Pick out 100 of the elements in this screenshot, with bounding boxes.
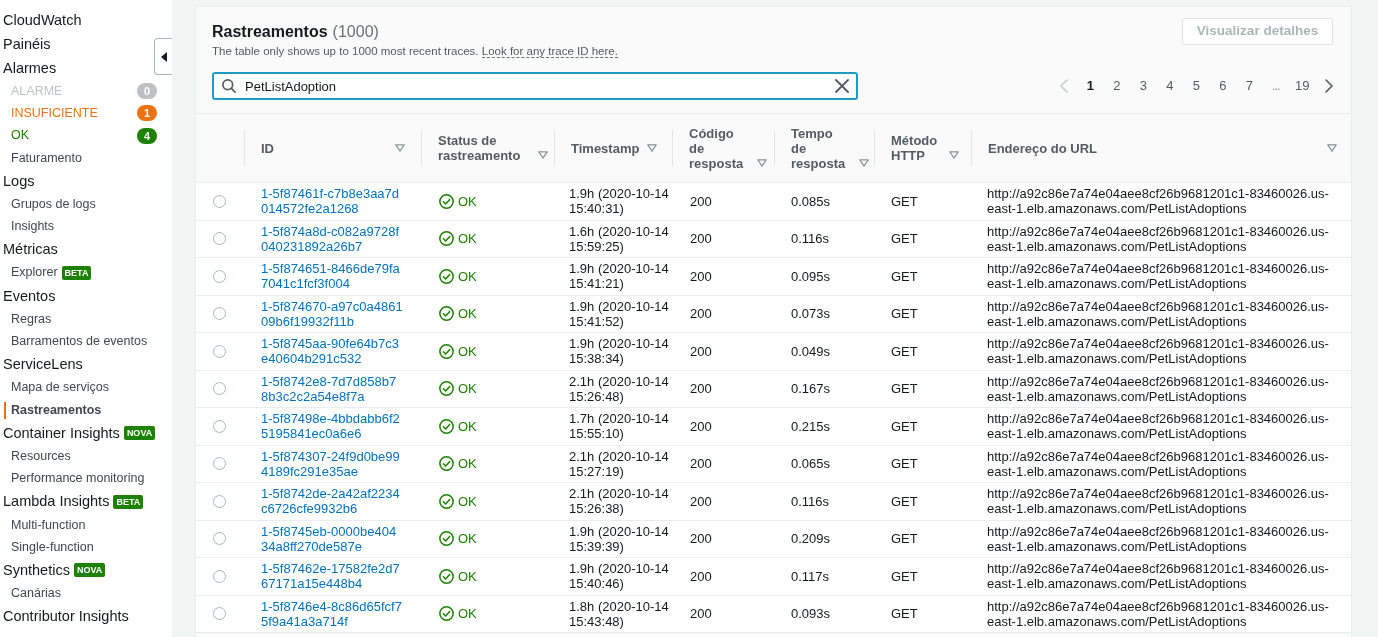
nav-link[interactable]: Lambda Insights [0,493,110,511]
status-text: OK [458,231,477,247]
table-row[interactable]: 1-5f87461f-c7b8e3aa7d014572fe2a1268 OK 1.9h (2020-10-14 15:40:31) 200 0.085s GET http://a92c86e7a74e04aee8cf26b9681201c1-83460026.us-east-1.elb.amazonaws.com/PetListAdoptions [196,183,1351,221]
sort-icon[interactable] [949,151,959,159]
sort-icon[interactable] [395,143,405,152]
sort-icon[interactable] [1327,143,1337,152]
collapse-sidebar-button[interactable] [154,38,172,75]
sort-icon[interactable] [538,151,548,159]
nav-link[interactable]: Grupos de logs [4,195,96,213]
nav-link[interactable]: ServiceLens [0,356,83,374]
nav-link[interactable]: Explorer [4,264,58,282]
nav-link[interactable]: Métricas [0,241,58,259]
trace-id-link[interactable]: 1-5f8745eb-0000be40434a8ff270de587e [261,523,403,554]
nav-link[interactable]: OK [4,127,30,145]
nav-link[interactable]: Contributor Insights [0,608,129,626]
trace-id-link[interactable]: 1-5f8742e8-7d7d858b78b3c2c2a54e8f7a [261,373,403,404]
column-header[interactable]: Código de resposta [689,125,749,171]
radio-button[interactable] [213,307,226,321]
nav-link[interactable]: Rastreamentos [4,401,102,419]
nav-link[interactable]: Canárias [4,585,62,603]
radio-button[interactable] [213,419,226,433]
table-row[interactable]: 1-5f874670-a97c0a486109b6f19932f11b OK 1.9h (2020-10-14 15:41:52) 200 0.073s GET http://a92c86e7a74e04aee8cf26b9681201c1-83460026.us-east-1.elb.amazonaws.com/PetListAdoptions [196,295,1351,333]
nav-link[interactable]: Performance monitoring [4,470,145,488]
check-circle-icon [439,193,454,209]
nav-link[interactable]: Eventos [0,287,56,305]
radio-button[interactable] [213,457,226,471]
table-row[interactable]: 1-5f87498e-4bbdabb6f25195841ec0a6e6 OK 1.7h (2020-10-14 15:55:10) 200 0.215s GET http://a92c86e7a74e04aee8cf26b9681201c1-83460026.us-east-1.elb.amazonaws.com/PetListAdoptions [196,408,1351,446]
trace-id-link[interactable]: 1-5f874a8d-c082a9728f040231892a26b7 [261,223,403,254]
table-cell-text: GET [890,456,919,472]
trace-id-link[interactable]: 1-5f8746e4-8c86d65fcf75f9a41a3a714f [261,598,403,629]
radio-button[interactable] [213,569,226,583]
sort-icon[interactable] [757,158,767,167]
radio-button[interactable] [213,494,226,508]
nav-link[interactable]: Synthetics [0,561,70,579]
trace-id-lookup-link[interactable]: Look for any trace ID here. [481,45,618,58]
table-row[interactable]: 1-5f874a8d-c082a9728f040231892a26b7 OK 1.6h (2020-10-14 15:59:25) 200 0.116s GET http://a92c86e7a74e04aee8cf26b9681201c1-83460026.us-east-1.elb.amazonaws.com/PetListAdoptions [196,220,1351,258]
radio-button[interactable] [213,382,226,396]
nav-link[interactable]: CloudWatch [0,11,82,29]
trace-id-link[interactable]: 1-5f87461f-c7b8e3aa7d014572fe2a1268 [261,186,403,217]
table-cell-text: 1.9h (2020-10-14 15:41:21) [568,261,670,292]
table-row[interactable]: 1-5f8745aa-90fe64b7c3e40604b291c532 OK 1.9h (2020-10-14 15:38:34) 200 0.049s GET http://a92c86e7a74e04aee8cf26b9681201c1-83460026.us-east-1.elb.amazonaws.com/PetListAdoptions [196,333,1351,371]
table-row[interactable]: 1-5f874651-8466de79fa7041c1fcf3f004 OK 1.9h (2020-10-14 15:41:21) 200 0.095s GET http://a92c86e7a74e04aee8cf26b9681201c1-83460026.us-east-1.elb.amazonaws.com/PetListAdoptions [196,258,1351,296]
table-row[interactable]: 1-5f8742de-2a42af2234c6726cfe9932b6 OK 2.1h (2020-10-14 15:26:38) 200 0.116s GET http://a92c86e7a74e04aee8cf26b9681201c1-83460026.us-east-1.elb.amazonaws.com/PetListAdoptions [196,483,1351,521]
nav-link[interactable]: Faturamento [4,149,82,167]
search-field[interactable]: PetListAdoption [212,72,858,100]
radio-button[interactable] [213,607,226,621]
nav-link[interactable]: Painéis [0,35,51,53]
table-row[interactable]: 1-5f8746e4-8c86d65fcf75f9a41a3a714f OK 1.8h (2020-10-14 15:43:48) 200 0.093s GET http://a92c86e7a74e04aee8cf26b9681201c1-83460026.us-east-1.elb.amazonaws.com/PetListAdoptions [196,595,1351,633]
page-button[interactable]: 6 [1209,76,1236,96]
column-header[interactable]: Timestamp [571,140,640,156]
table-cell-text: http://a92c86e7a74e04aee8cf26b9681201c1-83460026.us-east-1.elb.amazonaws.com/PetListAdoptions [986,411,1330,442]
table-cell-text: 0.049s [790,343,832,359]
nav-link[interactable]: Insights [4,218,55,236]
status-text: OK [458,306,477,322]
table-row[interactable]: 1-5f874307-24f9d0be994189fc291e35ae OK 2.1h (2020-10-14 15:27:19) 200 0.065s GET http://a92c86e7a74e04aee8cf26b9681201c1-83460026.us-east-1.elb.amazonaws.com/PetListAdoptions [196,445,1351,483]
column-header[interactable]: Tempo de resposta [791,125,851,171]
radio-button[interactable] [213,344,226,358]
column-header[interactable]: Método HTTP [891,133,941,163]
trace-id-link[interactable]: 1-5f8745aa-90fe64b7c3e40604b291c532 [261,336,403,367]
nav-link[interactable]: Container Insights [0,424,120,442]
trace-id-link[interactable]: 1-5f874651-8466de79fa7041c1fcf3f004 [261,261,403,292]
table-cell-text: GET [890,343,919,359]
radio-button[interactable] [213,532,226,546]
table-cell-text: GET [890,568,919,584]
trace-id-link[interactable]: 1-5f87498e-4bbdabb6f25195841ec0a6e6 [261,411,403,442]
trace-id-link[interactable]: 1-5f874670-a97c0a486109b6f19932f11b [261,298,403,329]
radio-button[interactable] [213,269,226,283]
column-header[interactable]: ID [261,140,274,156]
column-header[interactable]: Endereço do URL [988,140,1098,156]
nav-link[interactable]: Mapa de serviços [4,379,109,397]
page-button[interactable]: 2 [1103,76,1130,96]
nav-link[interactable]: Logs [0,172,35,190]
nav-link[interactable]: Multi-function [4,516,86,534]
page-button[interactable]: 4 [1156,76,1183,96]
page-button[interactable]: 5 [1183,76,1210,96]
clear-search-button[interactable] [835,79,849,93]
nav-link[interactable]: Barramentos de eventos [4,333,148,350]
column-header[interactable]: Status de rastreamento [438,133,530,163]
sort-icon[interactable] [647,143,658,152]
nav-link[interactable]: Regras [4,310,52,328]
trace-id-link[interactable]: 1-5f874307-24f9d0be994189fc291e35ae [261,448,403,479]
sort-icon[interactable] [859,158,869,167]
table-cell-text: GET [890,381,919,397]
page-button[interactable]: 1 [1077,76,1104,96]
nav-link[interactable]: Resources [4,447,71,465]
trace-id-link[interactable]: 1-5f87462e-17582fe2d767171a15e448b4 [261,561,403,592]
table-cell-text: 1.9h (2020-10-14 15:40:31) [568,186,670,217]
page-button[interactable]: 19 [1289,76,1316,96]
nav-link[interactable]: Single-function [4,538,94,556]
radio-button[interactable] [213,232,226,246]
trace-id-link[interactable]: 1-5f8742de-2a42af2234c6726cfe9932b6 [261,486,403,517]
table-row[interactable]: 1-5f8742e8-7d7d858b78b3c2c2a54e8f7a OK 2.1h (2020-10-14 15:26:48) 200 0.167s GET http://a92c86e7a74e04aee8cf26b9681201c1-83460026.us-east-1.elb.amazonaws.com/PetListAdoptions [196,370,1351,408]
page-button[interactable]: 3 [1130,76,1157,96]
nav-link[interactable]: Alarmes [0,59,57,77]
page-button[interactable]: 7 [1236,76,1263,96]
table-row[interactable]: 1-5f8745eb-0000be40434a8ff270de587e OK 1.9h (2020-10-14 15:39:39) 200 0.209s GET http://a92c86e7a74e04aee8cf26b9681201c1-83460026.us-east-1.elb.amazonaws.com/PetListAdoptions [196,520,1351,558]
table-cell-text: http://a92c86e7a74e04aee8cf26b9681201c1-83460026.us-east-1.elb.amazonaws.com/PetListAdoptions [986,186,1330,217]
radio-button[interactable] [213,194,226,208]
table-row[interactable]: 1-5f87462e-17582fe2d767171a15e448b4 OK 1.9h (2020-10-14 15:40:46) 200 0.117s GET http://a92c86e7a74e04aee8cf26b9681201c1-83460026.us-east-1.elb.amazonaws.com/PetListAdoptions [196,558,1351,596]
table-cell-text: http://a92c86e7a74e04aee8cf26b9681201c1-83460026.us-east-1.elb.amazonaws.com/PetListAdoptions [986,523,1330,554]
